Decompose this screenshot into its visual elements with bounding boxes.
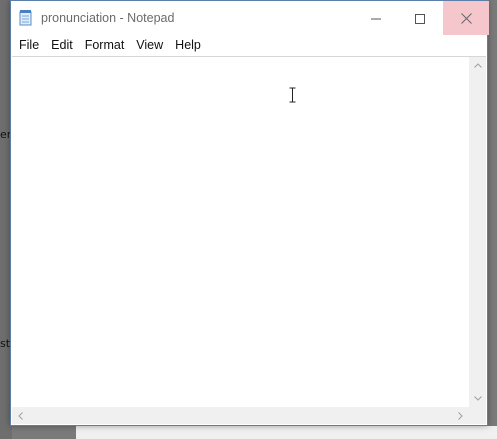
close-icon bbox=[460, 9, 472, 28]
window-title: pronunciation - Notepad bbox=[41, 11, 175, 25]
close-button[interactable] bbox=[443, 1, 489, 35]
notepad-icon bbox=[19, 10, 33, 26]
background-text: st bbox=[0, 337, 11, 350]
background-window bbox=[76, 426, 497, 439]
minimize-icon bbox=[371, 9, 381, 28]
menu-file[interactable]: File bbox=[13, 35, 45, 55]
menu-format[interactable]: Format bbox=[79, 35, 131, 55]
horizontal-scrollbar[interactable] bbox=[12, 407, 469, 424]
editor-frame bbox=[12, 56, 486, 424]
notepad-window: pronunciation - Notepad File Edit Format… bbox=[10, 0, 489, 426]
maximize-icon bbox=[415, 9, 425, 28]
menu-edit[interactable]: Edit bbox=[45, 35, 79, 55]
scroll-up-icon[interactable] bbox=[469, 57, 486, 74]
text-cursor-icon bbox=[288, 87, 297, 103]
minimize-button[interactable] bbox=[353, 1, 399, 35]
vertical-scrollbar[interactable] bbox=[469, 57, 486, 407]
text-editor[interactable] bbox=[12, 57, 469, 407]
scroll-left-icon[interactable] bbox=[12, 407, 29, 424]
scrollbar-corner bbox=[469, 407, 486, 424]
menu-help[interactable]: Help bbox=[169, 35, 207, 55]
maximize-button[interactable] bbox=[397, 1, 443, 35]
menu-view[interactable]: View bbox=[130, 35, 169, 55]
title-bar[interactable]: pronunciation - Notepad bbox=[11, 1, 489, 35]
scroll-right-icon[interactable] bbox=[452, 407, 469, 424]
menu-bar: File Edit Format View Help bbox=[11, 35, 487, 55]
scroll-down-icon[interactable] bbox=[469, 390, 486, 407]
